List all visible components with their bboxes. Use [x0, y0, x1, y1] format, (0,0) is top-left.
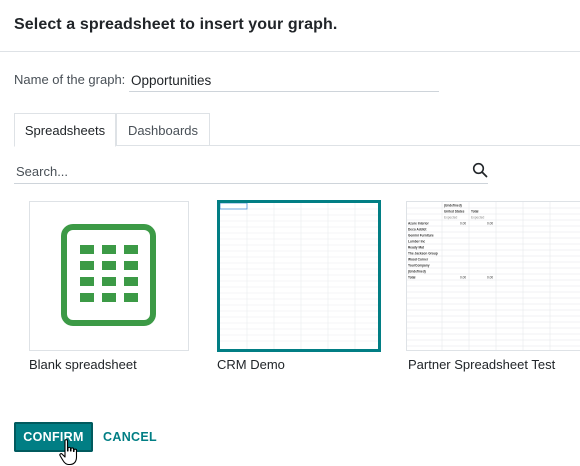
pivot-preview: (Undefined) United States Total Expected…: [407, 202, 580, 350]
spreadsheet-card-label: Partner Spreadsheet Test: [408, 357, 556, 372]
pivot-subheader: Expected: [471, 216, 485, 220]
pivot-header-undefined: (Undefined): [444, 204, 462, 208]
pivot-row-label: Deco Addict: [408, 228, 427, 232]
pivot-row-label: Gemini Furniture: [408, 234, 434, 238]
pivot-row-value: 0.00: [460, 222, 466, 226]
blank-grid-preview: [220, 203, 378, 349]
pivot-row-label: Wood Corner: [408, 258, 429, 262]
spreadsheet-thumbnail-selected[interactable]: [217, 200, 381, 352]
pivot-row-label: Ready Mat: [408, 246, 425, 250]
spreadsheet-card-label: CRM Demo: [217, 357, 285, 372]
pivot-header-total: Total: [471, 210, 478, 214]
tab-spreadsheets[interactable]: Spreadsheets: [14, 113, 116, 147]
pivot-row-value: 0.00: [460, 276, 466, 280]
pivot-subheader: Expected: [444, 216, 458, 220]
pivot-row-value: 0.00: [487, 222, 493, 226]
search-input[interactable]: [14, 161, 454, 181]
pivot-row-label: YourCompany: [408, 264, 430, 268]
pivot-row-value: 0.00: [487, 276, 493, 280]
pivot-row-label: The Jackson Group: [408, 252, 438, 256]
tab-bar: Spreadsheets Dashboards: [14, 113, 580, 147]
dialog-title: Select a spreadsheet to insert your grap…: [14, 16, 338, 33]
spreadsheet-thumbnail[interactable]: (Undefined) United States Total Expected…: [406, 201, 580, 351]
dialog-header: Select a spreadsheet to insert your grap…: [0, 0, 580, 52]
graph-name-input[interactable]: [129, 70, 439, 92]
pivot-row-label: Total: [408, 276, 415, 280]
cancel-button[interactable]: CANCEL: [99, 422, 161, 452]
search-icon[interactable]: [472, 162, 488, 178]
spreadsheet-thumbnail[interactable]: [29, 201, 189, 351]
graph-name-row: Name of the graph:: [14, 70, 444, 93]
tab-dashboards[interactable]: Dashboards: [116, 113, 210, 146]
search-bar: [14, 159, 488, 184]
pivot-row-label: (Undefined): [408, 270, 426, 274]
hand-pointer-cursor-icon: [59, 439, 78, 466]
pivot-header-united-states: United States: [444, 210, 465, 214]
pivot-row-label: Lumber Inc: [408, 240, 425, 244]
graph-name-label: Name of the graph:: [14, 72, 126, 87]
pivot-row-label: Azure Interior: [408, 222, 429, 226]
spreadsheet-card-label: Blank spreadsheet: [29, 357, 137, 372]
spreadsheet-grid-icon: [61, 224, 156, 326]
